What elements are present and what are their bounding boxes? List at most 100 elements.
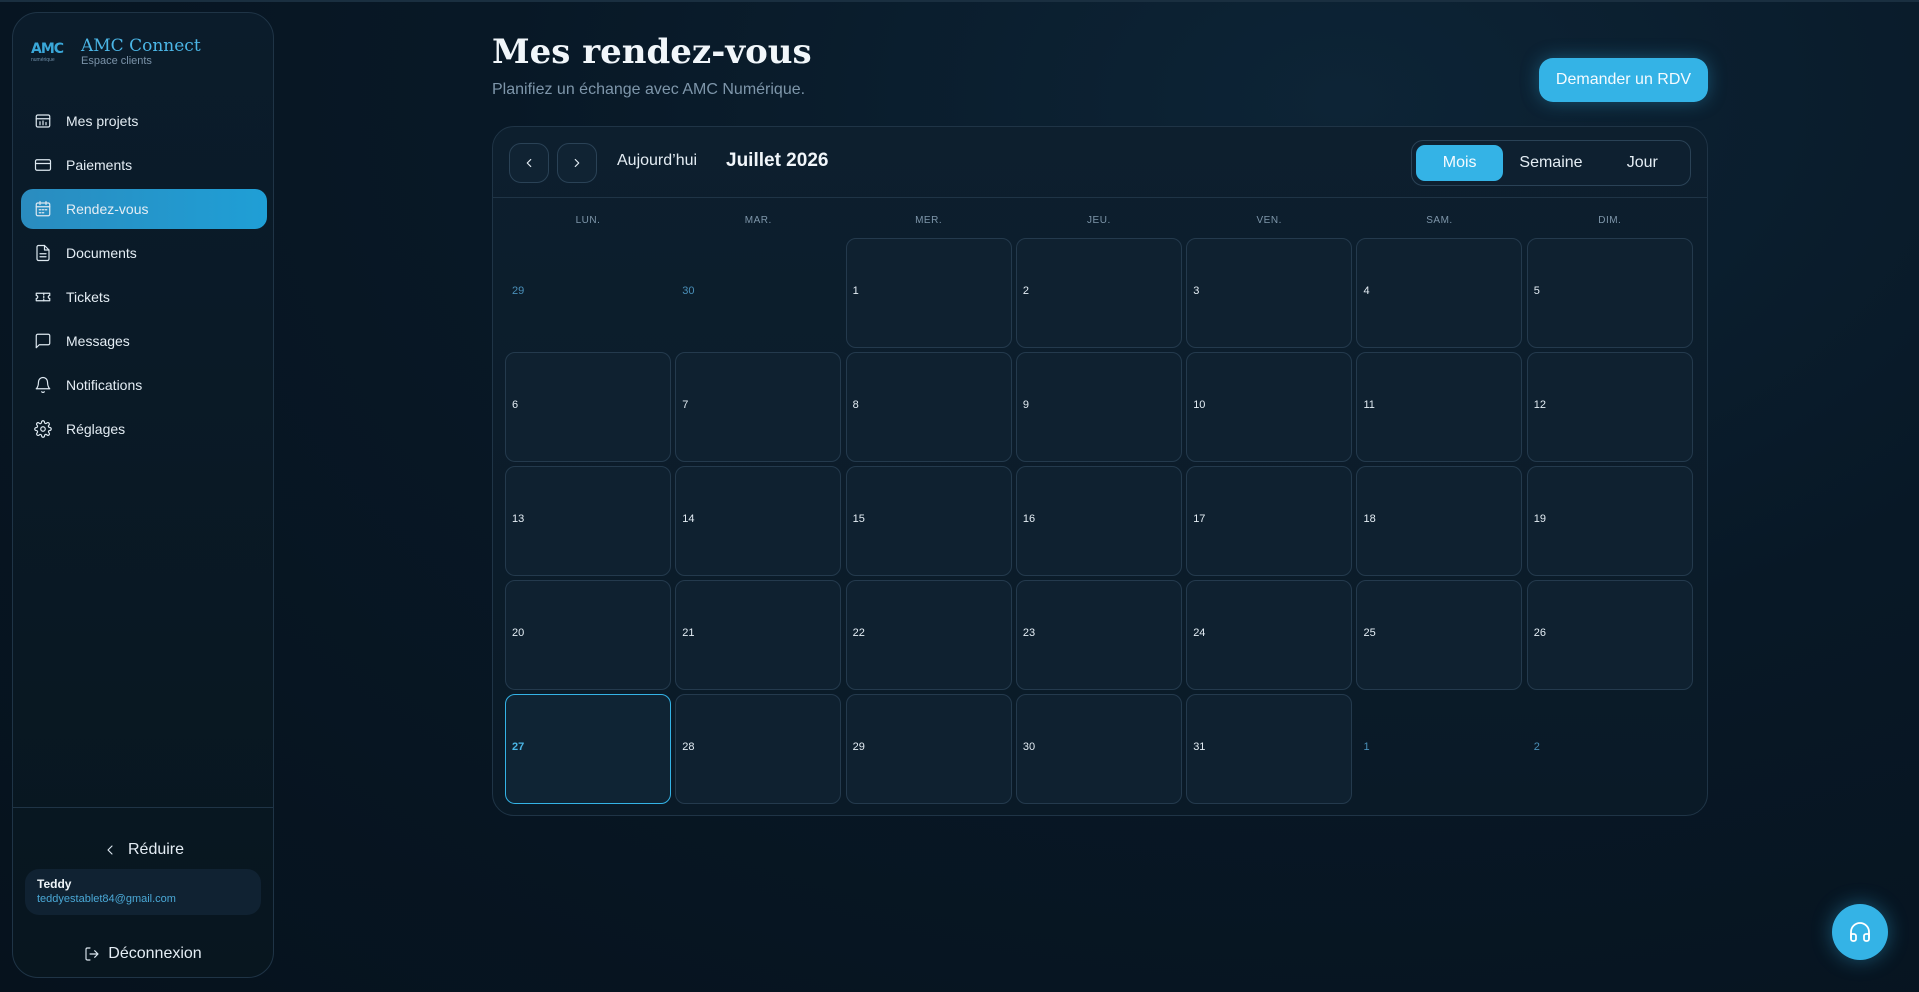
day-cell[interactable]: 12	[1526, 352, 1693, 462]
day-number: 28	[682, 741, 695, 753]
sidebar-item-mes-projets[interactable]: Mes projets	[21, 101, 267, 141]
day-cell[interactable]: 10	[1186, 352, 1353, 462]
sidebar-item-label: Notifications	[66, 377, 143, 393]
sidebar-item-paiements[interactable]: Paiements	[21, 145, 267, 185]
day-cell[interactable]: 30	[675, 238, 841, 348]
sidebar-item-rendez-vous[interactable]: Rendez-vous	[21, 189, 267, 229]
day-number: 30	[682, 285, 695, 297]
day-cell[interactable]: 16	[1015, 466, 1182, 576]
request-appointment-button[interactable]: Demander un RDV	[1539, 58, 1708, 102]
day-cell[interactable]: 5	[1526, 238, 1693, 348]
day-cell[interactable]: 17	[1186, 466, 1353, 576]
day-cell[interactable]: 7	[675, 352, 842, 462]
day-number: 6	[512, 399, 519, 411]
day-cell[interactable]: 3	[1186, 238, 1353, 348]
day-cell[interactable]: 20	[505, 580, 671, 690]
day-cell-today[interactable]: 27	[505, 694, 671, 804]
day-cell[interactable]: 19	[1526, 466, 1693, 576]
weekday-label: DIM.	[1598, 215, 1622, 226]
page-subtitle: Planifiez un échange avec AMC Numérique.	[492, 81, 806, 98]
day-cell[interactable]: 25	[1356, 580, 1523, 690]
day-cell[interactable]: 18	[1356, 466, 1523, 576]
day-cell[interactable]: 30	[1015, 694, 1182, 804]
sidebar-item-notifications[interactable]: Notifications	[21, 365, 267, 405]
user-card[interactable]: Teddy teddyestablet84@gmail.com	[25, 869, 261, 915]
day-cell[interactable]: 8	[845, 352, 1012, 462]
gear-icon	[33, 419, 53, 439]
weekday-label: JEU.	[1087, 215, 1111, 226]
day-cell[interactable]: 2	[1527, 694, 1693, 804]
sidebar-nav: Mes projets Paiements Rendez-vous Docume…	[21, 101, 267, 453]
day-cell[interactable]: 6	[505, 352, 671, 462]
day-cell[interactable]: 15	[845, 466, 1012, 576]
top-border	[0, 0, 1919, 2]
view-month-button[interactable]: Mois	[1416, 145, 1504, 181]
day-number: 1	[1363, 741, 1370, 753]
weekday-header: LUN. MAR. MER. JEU. VEN. SAM. DIM.	[505, 215, 1697, 226]
day-number: 25	[1363, 627, 1376, 639]
day-cell[interactable]: 1	[845, 238, 1012, 348]
day-number: 15	[852, 513, 865, 525]
sidebar-item-messages[interactable]: Messages	[21, 321, 267, 361]
today-button[interactable]: Aujourd’hui	[617, 152, 697, 170]
day-cell[interactable]: 29	[505, 238, 671, 348]
day-cell[interactable]: 1	[1356, 694, 1522, 804]
view-week-button[interactable]: Semaine	[1507, 145, 1594, 181]
collapse-button[interactable]: Réduire	[13, 841, 273, 859]
day-number: 2	[1022, 285, 1030, 297]
next-month-button[interactable]	[557, 143, 597, 183]
weekday-label: MER.	[915, 215, 943, 226]
page-title: Mes rendez-vous	[492, 32, 812, 72]
logout-label: Déconnexion	[108, 945, 202, 962]
day-number: 13	[512, 513, 525, 525]
credit-card-icon	[33, 155, 53, 175]
day-cell[interactable]: 2	[1015, 238, 1182, 348]
day-number: 7	[682, 399, 689, 411]
day-cell[interactable]: 26	[1526, 580, 1693, 690]
sidebar-item-label: Mes projets	[66, 113, 139, 129]
month-label: Juillet 2026	[726, 150, 829, 171]
day-cell[interactable]: 11	[1356, 352, 1523, 462]
day-cell[interactable]: 24	[1186, 580, 1353, 690]
sidebar-item-reglages[interactable]: Réglages	[21, 409, 267, 449]
user-name: Teddy	[37, 877, 72, 891]
weekday-label: LUN.	[575, 215, 601, 226]
logout-button[interactable]: Déconnexion	[13, 945, 273, 963]
chevron-left-icon	[107, 845, 113, 855]
day-cell[interactable]: 14	[675, 466, 842, 576]
sidebar-item-label: Messages	[66, 333, 130, 349]
day-cell[interactable]: 4	[1356, 238, 1523, 348]
brand[interactable]: AMC numérique AMC Connect Espace clients	[31, 37, 201, 68]
day-number: 18	[1363, 513, 1376, 525]
sidebar-item-tickets[interactable]: Tickets	[21, 277, 267, 317]
collapse-label: Réduire	[127, 841, 185, 858]
sidebar-item-label: Rendez-vous	[66, 201, 149, 217]
day-number: 26	[1533, 627, 1547, 639]
day-cell[interactable]: 29	[845, 694, 1012, 804]
day-number: 10	[1193, 399, 1206, 411]
message-icon	[33, 331, 53, 351]
support-button[interactable]	[1832, 904, 1888, 960]
day-number: 29	[852, 741, 865, 753]
day-cell[interactable]: 31	[1186, 694, 1353, 804]
day-cell[interactable]: 23	[1015, 580, 1182, 690]
projects-icon	[33, 111, 53, 131]
calendar: Aujourd’hui Juillet 2026 Mois Semaine Jo…	[492, 126, 1708, 816]
day-cell[interactable]: 21	[675, 580, 842, 690]
day-number: 27	[512, 741, 525, 753]
view-day-button[interactable]: Jour	[1599, 145, 1686, 181]
sidebar-item-label: Réglages	[66, 421, 126, 437]
day-cell[interactable]: 13	[505, 466, 671, 576]
day-cell[interactable]: 9	[1015, 352, 1182, 462]
day-number: 4	[1363, 285, 1370, 297]
sidebar-item-documents[interactable]: Documents	[21, 233, 267, 273]
weekday-label: VEN.	[1256, 215, 1282, 226]
previous-month-button[interactable]	[509, 143, 549, 183]
day-cell[interactable]: 22	[845, 580, 1012, 690]
logo-text: AMC	[31, 40, 64, 57]
day-number: 3	[1193, 285, 1200, 297]
weekday-label: MAR.	[744, 215, 772, 226]
logout-icon	[85, 947, 99, 961]
day-cell[interactable]: 28	[675, 694, 842, 804]
sidebar-item-label: Documents	[66, 245, 137, 261]
